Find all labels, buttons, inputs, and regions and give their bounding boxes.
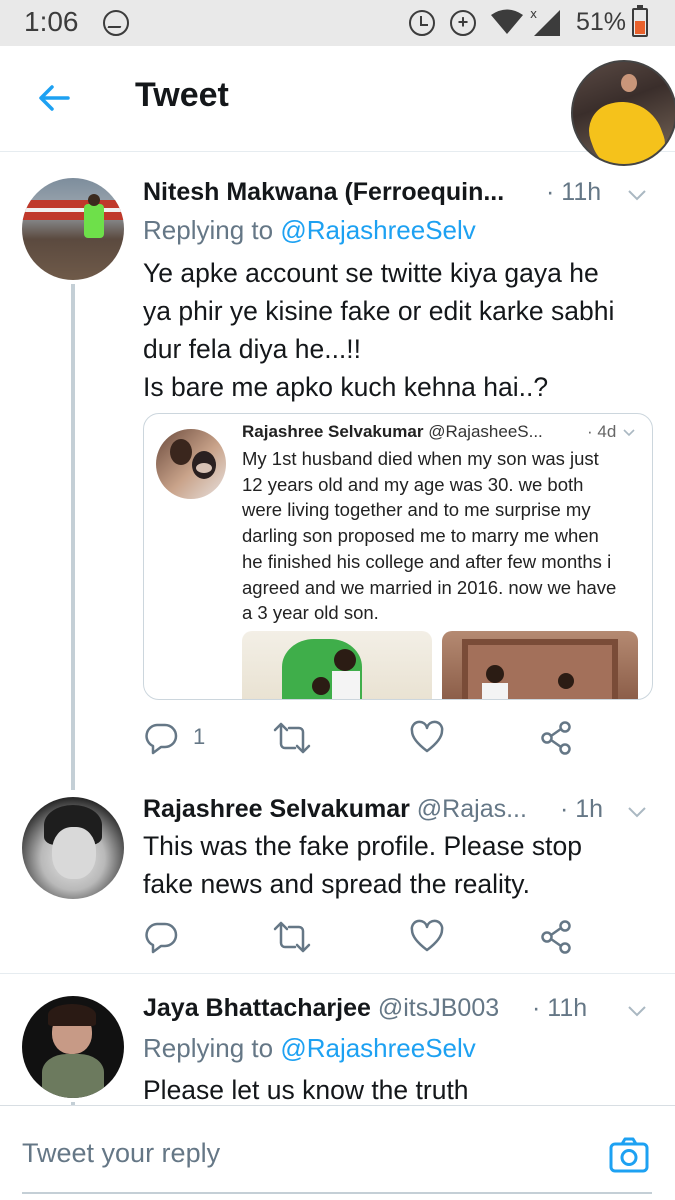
author-name[interactable]: Jaya Bhattacharjee: [143, 994, 371, 1022]
thread-line: [71, 284, 75, 790]
battery-level: [635, 21, 645, 34]
quote-photo: [442, 631, 638, 699]
tweet-author[interactable]: Nitesh Makwana (Ferroequin...: [143, 178, 504, 207]
quote-text: My 1st husband died when my son was just…: [242, 446, 647, 626]
retweet-button[interactable]: [273, 720, 313, 756]
camera-icon[interactable]: [608, 1134, 650, 1176]
like-button[interactable]: [409, 720, 449, 756]
quote-text-line: he finished his college and after few mo…: [242, 550, 612, 572]
page-title: Tweet: [135, 76, 229, 114]
quote-time: · 4d: [587, 422, 617, 441]
replying-handle[interactable]: @RajashreeSelv: [280, 1033, 475, 1063]
quote-text-line: were living together and to me surprise …: [242, 499, 591, 521]
share-button[interactable]: [539, 720, 579, 756]
composer-underline: [22, 1192, 652, 1194]
account-avatar[interactable]: [571, 60, 675, 166]
quote-avatar: [156, 429, 226, 499]
retweet-icon: [273, 921, 311, 953]
quote-text-line: 12 years old and my age was 30. we both: [242, 473, 584, 495]
divider: [0, 973, 675, 974]
tweet-text-line: This was the fake profile. Please stop: [143, 831, 582, 861]
retweet-button[interactable]: [273, 919, 313, 955]
author-handle: @Rajas...: [416, 795, 527, 823]
like-icon: [410, 720, 444, 753]
share-icon: [541, 920, 571, 954]
share-button[interactable]: [539, 919, 579, 955]
author-name[interactable]: Nitesh Makwana (Ferroequin...: [143, 178, 504, 206]
tweet-actions: 1: [143, 720, 583, 756]
share-icon: [541, 721, 571, 755]
tweet-text: Please let us know the truth: [143, 1071, 653, 1109]
reply-button[interactable]: [143, 919, 183, 955]
tweet-text-line: Ye apke account se twitte kiya gaya he: [143, 258, 599, 288]
status-time: 1:06: [24, 6, 79, 37]
tweet-text-line: Please let us know the truth: [143, 1075, 469, 1105]
tweet-text-line: fake news and spread the reality.: [143, 869, 530, 899]
replying-label: Replying to: [143, 215, 274, 245]
like-button[interactable]: [409, 919, 449, 955]
replying-handle[interactable]: @RajashreeSelv: [280, 215, 475, 245]
reply-input[interactable]: Tweet your reply: [22, 1138, 220, 1169]
messenger-icon: [103, 10, 129, 36]
replying-to: Replying to @RajashreeSelv: [143, 215, 476, 246]
author-handle: @itsJB003: [377, 994, 500, 1022]
quote-author: Rajashree Selvakumar @RajasheeS...: [242, 422, 543, 442]
tweet-text-line: dur fela diya he...!!: [143, 334, 362, 364]
reply-icon: [145, 922, 178, 954]
alarm-icon: [409, 10, 435, 36]
tweet-author[interactable]: Jaya Bhattacharjee @itsJB003: [143, 994, 499, 1023]
wifi-icon: [491, 9, 523, 34]
data-saver-icon: +: [450, 10, 476, 36]
tweet-text-line: Is bare me apko kuch kehna hai..?: [143, 372, 549, 402]
reply-count: 1: [193, 724, 206, 749]
tweet-time: · 11h: [532, 994, 588, 1022]
replying-label: Replying to: [143, 1033, 274, 1063]
tweet-time: · 11h: [546, 178, 602, 206]
battery-icon: [632, 5, 648, 37]
quote-text-line: darling son proposed me to marry me when: [242, 525, 599, 547]
chevron-down-icon[interactable]: [626, 1000, 648, 1022]
avatar[interactable]: [22, 797, 124, 899]
tweet-text: This was the fake profile. Please stop f…: [143, 827, 653, 903]
quote-text-line: a 3 year old son.: [242, 602, 379, 624]
quote-text-line: My 1st husband died when my son was just: [242, 448, 599, 469]
battery-percent: 51%: [576, 8, 627, 36]
tweet-time: · 1h: [560, 795, 604, 823]
tweet-actions: [143, 919, 583, 955]
quote-author-handle: @RajasheeS...: [428, 422, 543, 441]
tweet-text-line: ya phir ye kisine fake or edit karke sab…: [143, 296, 615, 326]
chevron-down-icon: [623, 429, 635, 437]
avatar-figure-head: [621, 74, 637, 92]
reply-composer: Tweet your reply: [0, 1105, 675, 1200]
tweet-author[interactable]: Rajashree Selvakumar @Rajas...: [143, 795, 527, 824]
replying-to: Replying to @RajashreeSelv: [143, 1033, 476, 1064]
retweet-icon: [273, 722, 311, 754]
reply-button[interactable]: 1: [143, 720, 223, 756]
quoted-tweet-image[interactable]: Rajashree Selvakumar @RajasheeS... · 4d …: [143, 413, 653, 700]
avatar-figure: [581, 90, 671, 164]
author-name[interactable]: Rajashree Selvakumar: [143, 795, 410, 823]
chevron-down-icon[interactable]: [626, 801, 648, 823]
status-bar: 1:06 + x 51%: [0, 0, 675, 46]
avatar[interactable]: [22, 996, 124, 1098]
avatar[interactable]: [22, 178, 124, 280]
reply-icon: [145, 723, 178, 755]
quote-photo: [242, 631, 432, 699]
tweet-text: Ye apke account se twitte kiya gaya he y…: [143, 254, 653, 406]
quote-text-line: agreed and we married in 2016. now we ha…: [242, 576, 617, 598]
svg-text:x: x: [530, 7, 537, 21]
back-arrow-icon[interactable]: [34, 78, 74, 118]
chevron-down-icon[interactable]: [626, 184, 648, 206]
signal-icon: x: [530, 7, 560, 36]
like-icon: [410, 919, 444, 952]
quote-author-name: Rajashree Selvakumar: [242, 422, 424, 441]
